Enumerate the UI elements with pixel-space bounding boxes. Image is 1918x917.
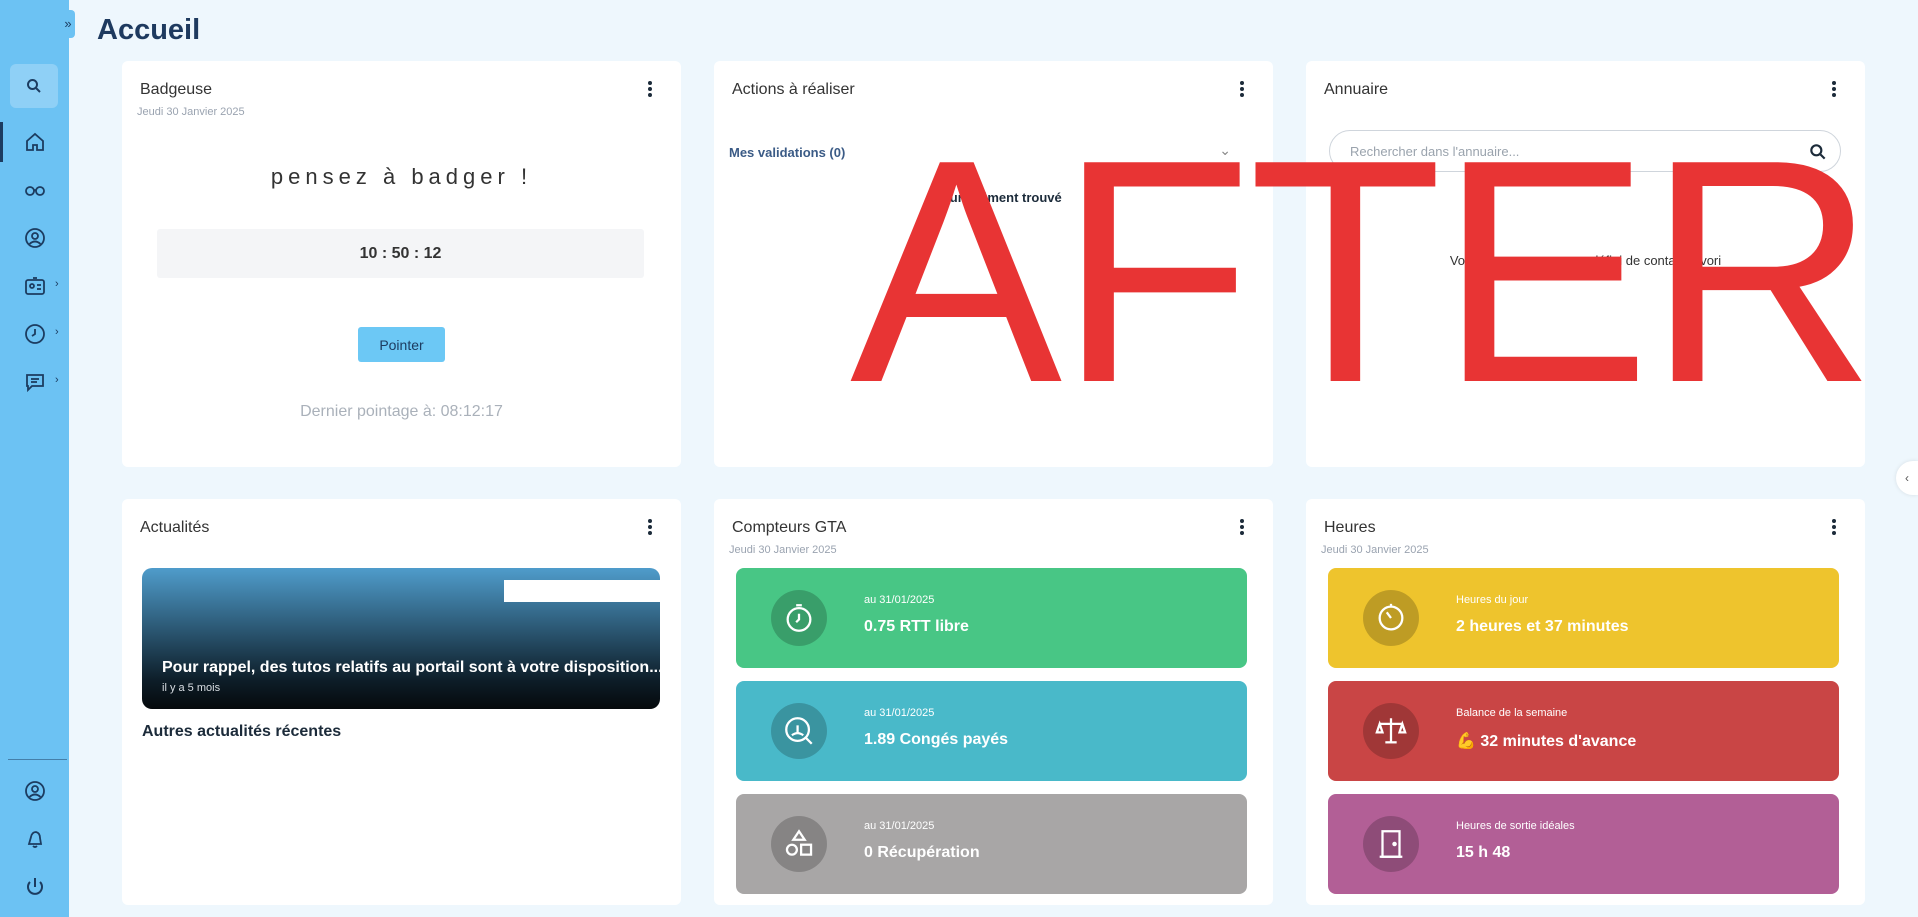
pointer-button[interactable]: Pointer bbox=[358, 327, 445, 362]
bell-icon bbox=[27, 831, 42, 848]
timer-icon bbox=[1378, 603, 1404, 631]
hours-value: 15 h 48 bbox=[1456, 844, 1511, 861]
badgeuse-card: Badgeuse Jeudi 30 Janvier 2025 pensez à … bbox=[122, 61, 681, 467]
scale-icon bbox=[1375, 718, 1407, 744]
chevron-down-icon: ⌄ bbox=[1219, 142, 1231, 158]
counter-value: 0 Récupération bbox=[864, 844, 980, 861]
heures-card: Heures Jeudi 30 Janvier 2025 Heures du j… bbox=[1306, 499, 1865, 905]
hours-label: Heures de sortie idéales bbox=[1456, 820, 1575, 832]
directory-search-box bbox=[1329, 130, 1841, 172]
beach-icon bbox=[785, 717, 813, 745]
actualites-card: Actualités Pour rappel, des tutos relati… bbox=[122, 499, 681, 905]
search-icon[interactable] bbox=[1808, 142, 1828, 162]
icon-circle bbox=[1363, 816, 1419, 872]
sidebar-item-notifications[interactable] bbox=[0, 819, 69, 859]
validations-accordion[interactable]: Mes validations (0) ⌄ bbox=[729, 137, 1239, 167]
power-icon bbox=[26, 878, 43, 895]
stopwatch-icon bbox=[786, 604, 812, 632]
counter-tile-rtt[interactable]: au 31/01/2025 0.75 RTT libre bbox=[736, 568, 1247, 668]
more-options-icon[interactable] bbox=[1238, 79, 1246, 99]
counter-tile-conges[interactable]: au 31/01/2025 1.89 Congés payés bbox=[736, 681, 1247, 781]
directory-search-input[interactable] bbox=[1350, 141, 1790, 161]
icon-circle bbox=[1363, 703, 1419, 759]
home-icon bbox=[25, 132, 44, 151]
chat-icon bbox=[25, 374, 44, 393]
card-date: Jeudi 30 Janvier 2025 bbox=[729, 544, 837, 556]
compteurs-card: Compteurs GTA Jeudi 30 Janvier 2025 au 3… bbox=[714, 499, 1273, 905]
sidebar-item-time[interactable]: › bbox=[0, 314, 69, 354]
hours-tile-balance[interactable]: Balance de la semaine 💪 32 minutes d'ava… bbox=[1328, 681, 1839, 781]
card-title: Actualités bbox=[140, 519, 210, 536]
icon-circle bbox=[771, 816, 827, 872]
page-title: Accueil bbox=[97, 14, 201, 46]
sidebar-item-user[interactable] bbox=[0, 218, 69, 258]
more-options-icon[interactable] bbox=[1238, 517, 1246, 537]
sidebar-item-glasses[interactable] bbox=[0, 170, 69, 210]
counter-date: au 31/01/2025 bbox=[864, 707, 935, 719]
sidebar-search-button[interactable] bbox=[10, 64, 58, 108]
hours-label: Balance de la semaine bbox=[1456, 707, 1568, 719]
counter-value: 1.89 Congés payés bbox=[864, 731, 1009, 748]
card-title: Compteurs GTA bbox=[732, 519, 847, 536]
user-circle-icon bbox=[24, 228, 45, 248]
counter-date: au 31/01/2025 bbox=[864, 594, 935, 606]
icon-circle bbox=[771, 703, 827, 759]
counter-value: 0.75 RTT libre bbox=[864, 618, 969, 635]
sidebar-item-home[interactable] bbox=[0, 122, 69, 162]
news-item[interactable]: Pour rappel, des tutos relatifs au porta… bbox=[142, 568, 660, 709]
search-icon bbox=[27, 79, 41, 93]
news-title: Pour rappel, des tutos relatifs au porta… bbox=[162, 659, 660, 676]
icon-circle bbox=[1363, 590, 1419, 646]
news-timestamp: il y a 5 mois bbox=[162, 682, 221, 694]
sidebar-divider bbox=[8, 759, 67, 760]
sidebar: › › › bbox=[0, 0, 69, 917]
glasses-icon bbox=[24, 186, 45, 196]
card-date: Jeudi 30 Janvier 2025 bbox=[137, 106, 245, 118]
chevron-right-icon: › bbox=[55, 374, 59, 386]
clock-icon bbox=[24, 324, 45, 344]
hours-value: 2 heures et 37 minutes bbox=[1456, 618, 1629, 635]
icon-circle bbox=[771, 590, 827, 646]
news-image-banner bbox=[504, 580, 660, 602]
card-title: Annuaire bbox=[1324, 81, 1389, 98]
sidebar-item-messages[interactable]: › bbox=[0, 362, 69, 402]
more-options-icon[interactable] bbox=[646, 79, 654, 99]
right-panel-handle[interactable]: ‹ bbox=[1896, 461, 1918, 495]
clock-display: 10 : 50 : 12 bbox=[157, 229, 644, 278]
empty-state-text: Vous n'avez pas encore défini de contact… bbox=[1449, 253, 1722, 268]
profile-icon bbox=[24, 781, 45, 801]
sidebar-toggle-button[interactable]: » bbox=[61, 10, 75, 38]
validations-label: Mes validations (0) bbox=[729, 145, 846, 160]
more-options-icon[interactable] bbox=[646, 517, 654, 537]
chevron-right-icon: › bbox=[55, 278, 59, 290]
card-date: Jeudi 30 Janvier 2025 bbox=[1321, 544, 1429, 556]
card-title: Heures bbox=[1324, 519, 1376, 536]
sidebar-item-logout[interactable] bbox=[0, 867, 69, 907]
annuaire-card: Annuaire Vous n'avez pas encore défini d… bbox=[1306, 61, 1865, 467]
card-title: Actions à réaliser bbox=[732, 81, 855, 98]
actions-card: Actions à réaliser Mes validations (0) ⌄… bbox=[714, 61, 1273, 467]
last-punch-text: Dernier pointage à: 08:12:17 bbox=[300, 403, 503, 420]
other-news-heading: Autres actualités récentes bbox=[142, 723, 342, 740]
id-card-icon bbox=[24, 277, 45, 295]
badge-reminder: pensez à badger ! bbox=[270, 164, 533, 189]
hours-tile-exit[interactable]: Heures de sortie idéales 15 h 48 bbox=[1328, 794, 1839, 894]
hours-tile-day[interactable]: Heures du jour 2 heures et 37 minutes bbox=[1328, 568, 1839, 668]
chevron-right-icon: › bbox=[55, 326, 59, 338]
sidebar-item-id-card[interactable]: › bbox=[0, 266, 69, 306]
sidebar-item-profile[interactable] bbox=[0, 771, 69, 811]
counter-date: au 31/01/2025 bbox=[864, 820, 935, 832]
hours-label: Heures du jour bbox=[1456, 594, 1529, 606]
more-options-icon[interactable] bbox=[1830, 79, 1838, 99]
counter-tile-recuperation[interactable]: au 31/01/2025 0 Récupération bbox=[736, 794, 1247, 894]
empty-state-text: Aucun élément trouvé bbox=[925, 190, 1062, 205]
hours-value: 💪 32 minutes d'avance bbox=[1456, 733, 1637, 750]
card-title: Badgeuse bbox=[140, 81, 213, 98]
shapes-icon bbox=[785, 829, 813, 856]
door-icon bbox=[1379, 830, 1403, 858]
more-options-icon[interactable] bbox=[1830, 517, 1838, 537]
